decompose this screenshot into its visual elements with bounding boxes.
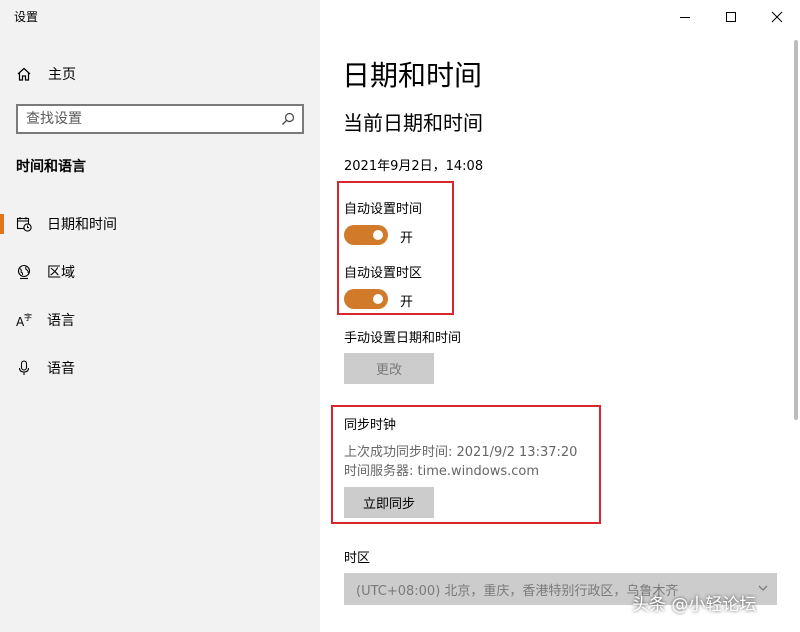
- language-icon: A字: [16, 312, 32, 328]
- scrollbar[interactable]: [794, 40, 798, 420]
- section-subtitle: 当前日期和时间: [343, 111, 483, 135]
- section-title: 时间和语言: [16, 159, 86, 175]
- page-title: 日期和时间: [342, 59, 483, 92]
- globe-icon: [16, 264, 32, 280]
- sidebar-item-speech[interactable]: 语音: [0, 348, 320, 388]
- selected-indicator: [0, 214, 4, 234]
- change-button[interactable]: 更改: [344, 353, 434, 384]
- home-icon: [16, 66, 32, 82]
- timezone-label: 时区: [344, 551, 371, 566]
- home-nav-item[interactable]: 主页: [16, 62, 76, 86]
- search-input[interactable]: [18, 106, 268, 132]
- sidebar-item-region[interactable]: 区域: [0, 252, 320, 292]
- sidebar-item-date-time[interactable]: 日期和时间: [0, 204, 320, 244]
- sidebar-item-label: 区域: [47, 265, 75, 281]
- sidebar-item-label: 语言: [47, 313, 75, 329]
- search-box[interactable]: [16, 104, 304, 134]
- watermark: 头条 @小轻论坛: [632, 595, 757, 615]
- timezone-value: (UTC+08:00) 北京，重庆，香港特别行政区，乌鲁木齐: [356, 583, 679, 599]
- date-time-icon: [16, 216, 32, 232]
- sidebar-item-language[interactable]: A字 语言: [0, 300, 320, 340]
- sidebar-item-label: 日期和时间: [47, 217, 117, 233]
- maximize-button[interactable]: [708, 2, 754, 32]
- home-label: 主页: [48, 67, 76, 83]
- chevron-down-icon: [758, 585, 768, 591]
- microphone-icon: [16, 360, 32, 376]
- window-title: 设置: [14, 10, 39, 24]
- minimize-icon: [680, 17, 690, 18]
- highlight-box-auto: [337, 181, 454, 315]
- search-icon[interactable]: [280, 111, 296, 127]
- highlight-box-sync: [331, 405, 601, 524]
- svg-text:字: 字: [24, 312, 32, 322]
- sidebar: 设置 主页 时间和语言 日期和时间 区域 A字 语言: [0, 0, 320, 632]
- minimize-button[interactable]: [662, 2, 708, 32]
- sidebar-item-label: 语音: [47, 361, 75, 377]
- close-icon: [771, 11, 783, 23]
- manual-datetime-label: 手动设置日期和时间: [344, 331, 462, 346]
- maximize-icon: [726, 12, 736, 22]
- close-button[interactable]: [754, 2, 800, 32]
- current-datetime: 2021年9月2日，14:08: [344, 159, 484, 174]
